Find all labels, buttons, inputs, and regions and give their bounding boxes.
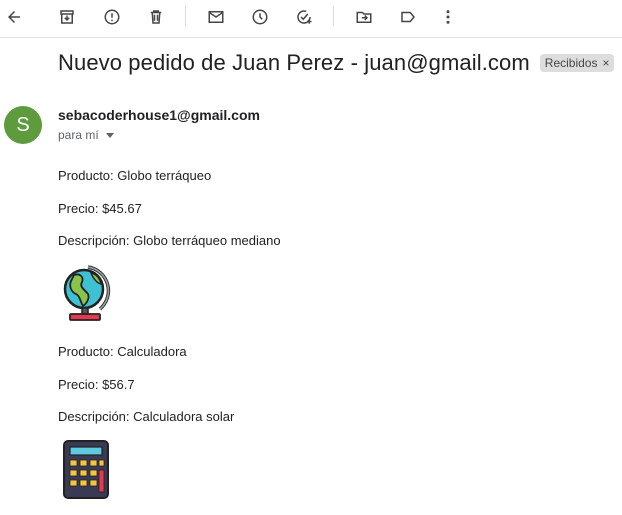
toolbar (0, 0, 622, 38)
globe-icon (63, 265, 111, 321)
mark-unread-button[interactable] (202, 4, 230, 30)
chevron-down-icon[interactable] (105, 133, 114, 138)
label-chip-recibidos[interactable]: Recibidos × (539, 54, 614, 72)
sender-email[interactable]: sebacoderhouse1@gmail.com (58, 107, 260, 123)
archive-button[interactable] (53, 4, 81, 30)
add-to-tasks-button[interactable] (290, 4, 318, 30)
more-options-button[interactable] (434, 4, 462, 30)
more-options-icon (446, 10, 450, 24)
report-spam-button[interactable] (98, 4, 126, 30)
recipient-label: para mí (58, 128, 99, 142)
product-price: Precio: $45.67 (58, 201, 142, 216)
delete-button[interactable] (142, 4, 170, 30)
sender-avatar[interactable]: S (4, 106, 42, 144)
back-arrow-icon (8, 11, 20, 23)
snooze-button[interactable] (246, 4, 274, 30)
email-subject: Nuevo pedido de Juan Perez - juan@gmail.… (58, 50, 530, 75)
back-button[interactable] (0, 4, 28, 30)
product-description: Descripción: Calculadora solar (58, 409, 235, 424)
toolbar-divider (185, 6, 186, 26)
subject-row: Nuevo pedido de Juan Perez - juan@gmail.… (58, 48, 614, 78)
calculator-icon (63, 440, 109, 499)
move-to-icon (356, 11, 372, 23)
product-description: Descripción: Globo terráqueo mediano (58, 233, 281, 248)
label-chip-text: Recibidos (544, 56, 598, 70)
move-to-button[interactable] (350, 4, 378, 30)
product-price: Precio: $56.7 (58, 377, 135, 392)
mark-unread-icon (208, 11, 224, 23)
add-to-tasks-icon (297, 10, 312, 24)
product-name: Producto: Calculadora (58, 344, 187, 359)
archive-icon (60, 10, 74, 24)
label-icon (401, 11, 415, 23)
labels-button[interactable] (394, 4, 422, 30)
remove-label-icon[interactable]: × (602, 56, 609, 70)
toolbar-divider (333, 6, 334, 26)
recipient-details[interactable]: para mí (58, 128, 114, 142)
product-name: Producto: Globo terráqueo (58, 168, 212, 183)
delete-icon (150, 10, 162, 24)
snooze-icon (252, 9, 268, 25)
report-spam-icon (104, 9, 120, 25)
